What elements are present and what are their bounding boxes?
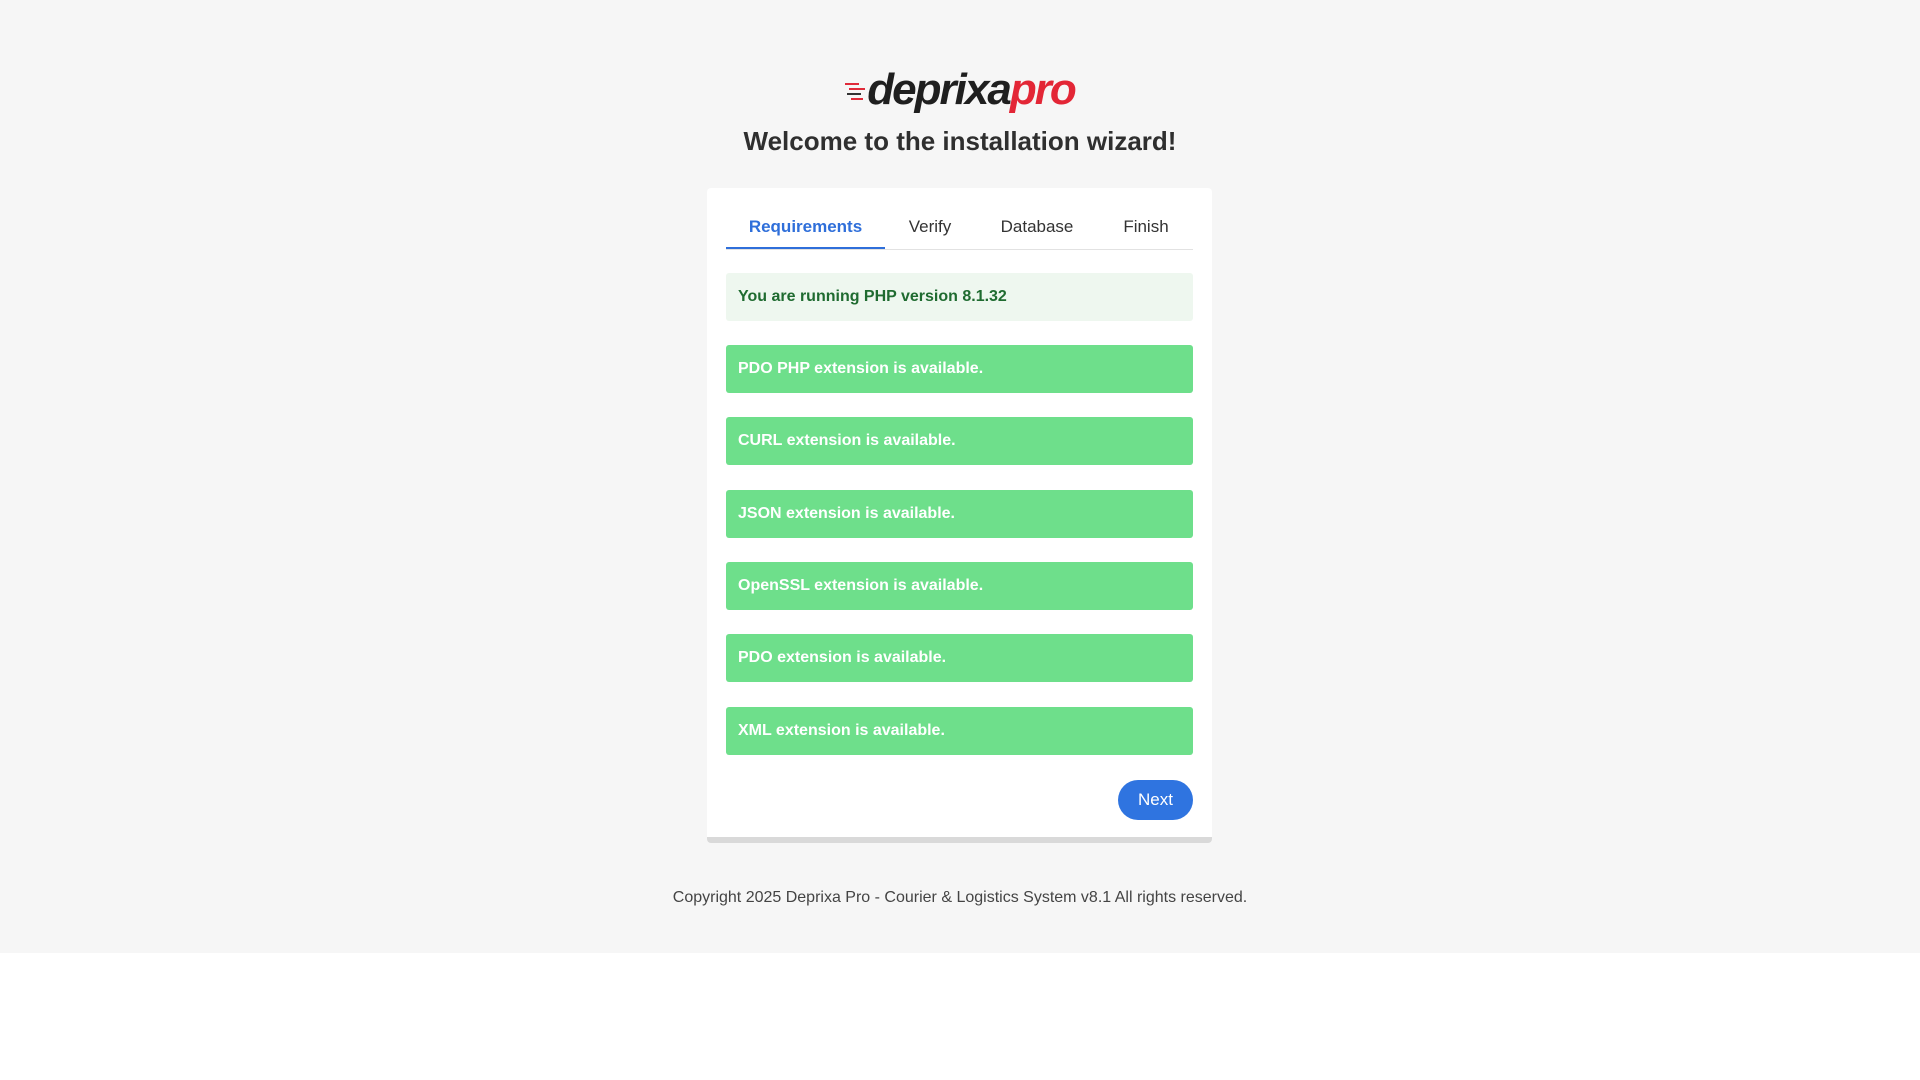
footer-copyright: Copyright 2025 Deprixa Pro - Courier & L… (672, 889, 1248, 906)
requirement-pdo: PDO extension is available. (726, 634, 1193, 682)
logo: deprixa pro (845, 62, 1077, 118)
wizard-card: Requirements Verify Database Finish You … (707, 188, 1212, 843)
speed-lines-icon (845, 80, 866, 100)
requirement-xml: XML extension is available. (726, 707, 1193, 755)
wizard-tabs: Requirements Verify Database Finish (726, 208, 1193, 250)
requirement-openssl: OpenSSL extension is available. (726, 562, 1193, 610)
requirement-pdo-php: PDO PHP extension is available. (726, 345, 1193, 393)
logo-text-main: deprixa (867, 65, 1012, 114)
tab-finish[interactable]: Finish (1099, 208, 1193, 248)
header: deprixa pro Welcome to the installation … (0, 62, 1920, 157)
next-button[interactable]: Next (1118, 780, 1193, 820)
php-version-notice: You are running PHP version 8.1.32 (726, 273, 1193, 321)
requirement-json: JSON extension is available. (726, 490, 1193, 538)
tab-database[interactable]: Database (975, 208, 1099, 248)
page-title: Welcome to the installation wizard! (743, 126, 1177, 156)
tab-requirements[interactable]: Requirements (726, 208, 885, 249)
logo-text-accent: pro (1009, 65, 1077, 114)
tab-verify[interactable]: Verify (885, 208, 975, 248)
requirement-curl: CURL extension is available. (726, 417, 1193, 465)
